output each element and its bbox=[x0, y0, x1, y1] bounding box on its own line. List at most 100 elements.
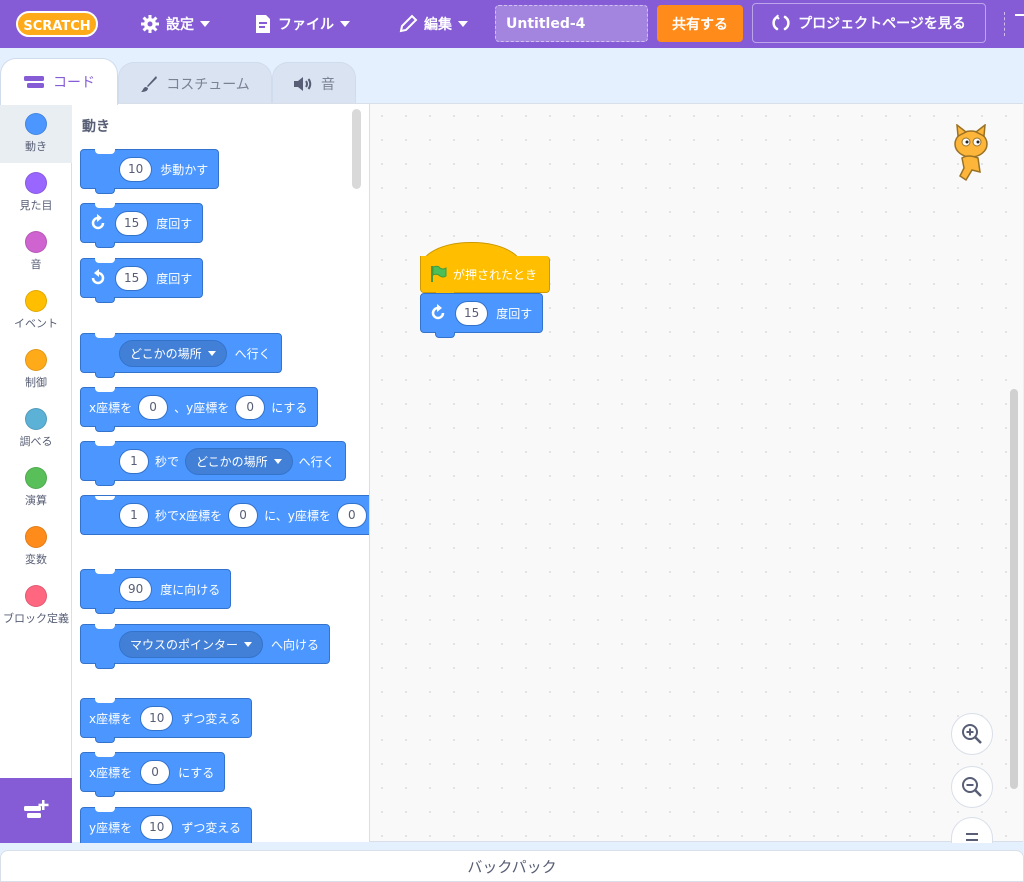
add-extension-icon bbox=[24, 799, 49, 818]
category-control[interactable]: 制御 bbox=[0, 340, 72, 399]
script-hat-when-flag-clicked[interactable]: が押されたとき bbox=[420, 242, 550, 298]
block-move-steps[interactable]: 10 歩動かす bbox=[80, 149, 220, 194]
category-variables[interactable]: 変数 bbox=[0, 517, 72, 576]
block-text: にする bbox=[271, 400, 308, 415]
block-notch bbox=[95, 258, 115, 263]
block-input-x[interactable]: 0 bbox=[140, 759, 171, 785]
block-input-dy[interactable]: 10 bbox=[140, 814, 174, 840]
palette-section-title: 動き bbox=[82, 119, 110, 135]
category-my-blocks[interactable]: ブロック定義 bbox=[0, 576, 72, 648]
category-events-dot bbox=[25, 290, 47, 312]
category-operators[interactable]: 演算 bbox=[0, 458, 72, 517]
block-dropdown-target[interactable]: どこかの場所 bbox=[119, 339, 227, 367]
block-input-steps[interactable]: 10 bbox=[119, 156, 153, 182]
block-input-y[interactable]: 0 bbox=[336, 502, 367, 528]
category-sound[interactable]: 音 bbox=[0, 222, 72, 281]
block-text: x座標を bbox=[89, 711, 133, 726]
block-change-y[interactable]: y座標を 10 ずつ変える bbox=[80, 807, 253, 843]
block-glide-to-xy[interactable]: 1 秒でx座標を 0 に、y座標を 0 bbox=[80, 495, 369, 535]
zoom-in-icon bbox=[962, 724, 982, 744]
backpack-header[interactable]: バックパック bbox=[0, 850, 1024, 882]
block-notch bbox=[95, 203, 115, 208]
category-looks-label: 見た目 bbox=[19, 199, 53, 212]
block-turn-right[interactable]: 15 度回す bbox=[80, 203, 204, 248]
category-looks[interactable]: 見た目 bbox=[0, 163, 72, 222]
script-block-turn-right[interactable]: 15 度回す bbox=[420, 293, 544, 338]
block-tab bbox=[95, 791, 115, 797]
caret-down-icon bbox=[340, 21, 350, 27]
menu-divider bbox=[1004, 12, 1005, 36]
file-menu[interactable]: ファイル bbox=[246, 0, 358, 48]
block-point-towards[interactable]: マウスのポインター へ向ける bbox=[80, 624, 331, 669]
zoom-reset-button[interactable] bbox=[951, 817, 993, 843]
block-input-y[interactable]: 0 bbox=[235, 394, 266, 420]
block-change-x[interactable]: x座標を 10 ずつ変える bbox=[80, 698, 253, 743]
block-text: へ行く bbox=[234, 346, 271, 361]
block-go-to[interactable]: どこかの場所 へ行く bbox=[80, 333, 282, 378]
block-input-degrees[interactable]: 15 bbox=[455, 300, 489, 326]
dropdown-value: どこかの場所 bbox=[130, 346, 202, 361]
settings-menu[interactable]: 設定 bbox=[132, 0, 218, 48]
block-text: 度に向ける bbox=[160, 582, 221, 597]
block-go-to-xy[interactable]: x座標を 0 、y座標を 0 にする bbox=[80, 387, 319, 432]
block-dropdown-target[interactable]: マウスのポインター bbox=[119, 630, 264, 658]
block-text: 秒でx座標を bbox=[155, 508, 223, 523]
share-button[interactable]: 共有する bbox=[657, 5, 743, 42]
block-input-direction[interactable]: 90 bbox=[119, 576, 153, 602]
block-dropdown-target[interactable]: どこかの場所 bbox=[185, 447, 293, 475]
rotate-right-icon bbox=[91, 214, 105, 230]
block-turn-left[interactable]: 15 度回す bbox=[80, 258, 204, 303]
script-workspace[interactable]: が押されたとき 15 度回す bbox=[369, 103, 1023, 843]
tab-sounds[interactable]: 音 bbox=[272, 62, 356, 104]
project-title-input[interactable]: Untitled-4 bbox=[495, 5, 648, 42]
tab-code-label: コード bbox=[53, 75, 95, 91]
svg-text:SCRATCH: SCRATCH bbox=[23, 19, 90, 34]
block-input-degrees[interactable]: 15 bbox=[115, 265, 149, 291]
block-text: 歩動かす bbox=[160, 162, 209, 177]
block-text: に、y座標を bbox=[264, 508, 331, 523]
project-page-button[interactable]: プロジェクトページを見る bbox=[752, 3, 986, 43]
scratch-logo[interactable]: SCRATCH bbox=[16, 9, 98, 39]
block-input-dx[interactable]: 10 bbox=[140, 705, 174, 731]
zoom-out-icon bbox=[962, 777, 982, 797]
block-input-seconds[interactable]: 1 bbox=[119, 448, 149, 474]
caret-down-icon bbox=[458, 21, 468, 27]
block-point-in-direction[interactable]: 90 度に向ける bbox=[80, 569, 232, 614]
menu-overflow-icon[interactable] bbox=[1015, 14, 1024, 16]
see-project-icon bbox=[772, 14, 790, 31]
category-events[interactable]: イベント bbox=[0, 281, 72, 340]
category-sensing[interactable]: 調べる bbox=[0, 399, 72, 458]
block-notch bbox=[95, 569, 115, 574]
category-control-dot bbox=[25, 349, 47, 371]
add-extension-button[interactable] bbox=[0, 778, 72, 843]
palette-scrollbar[interactable] bbox=[352, 109, 361, 189]
tab-costumes[interactable]: コスチューム bbox=[118, 62, 272, 104]
edit-menu[interactable]: 編集 bbox=[390, 0, 476, 48]
block-set-x[interactable]: x座標を 0 にする bbox=[80, 752, 226, 797]
caret-down-icon bbox=[207, 350, 216, 356]
block-tab bbox=[95, 372, 115, 378]
block-palette-pane: 動き 見た目 音 イベント 制御 調べる 演算 変数 ブロック定義 動き 10 … bbox=[0, 103, 369, 843]
tab-code[interactable]: コード bbox=[0, 58, 118, 105]
block-notch bbox=[95, 496, 115, 500]
block-text: x座標を bbox=[89, 765, 133, 780]
block-input-x[interactable]: 0 bbox=[228, 502, 259, 528]
workspace-scrollbar[interactable] bbox=[1010, 389, 1018, 789]
block-notch bbox=[95, 387, 115, 392]
block-text: y座標を bbox=[89, 820, 133, 835]
category-my-blocks-label: ブロック定義 bbox=[3, 612, 69, 625]
category-motion[interactable]: 動き bbox=[0, 104, 72, 163]
block-input-x[interactable]: 0 bbox=[138, 394, 169, 420]
category-sound-label: 音 bbox=[30, 258, 42, 271]
block-input-degrees[interactable]: 15 bbox=[115, 210, 149, 236]
block-glide-to[interactable]: 1 秒で どこかの場所 へ行く bbox=[80, 441, 346, 486]
block-tab bbox=[95, 188, 115, 194]
zoom-out-button[interactable] bbox=[951, 766, 993, 808]
category-sensing-label: 調べる bbox=[19, 435, 53, 448]
hat-body: が押されたとき bbox=[420, 256, 550, 298]
speaker-icon bbox=[294, 76, 312, 91]
block-text: 秒で bbox=[155, 454, 180, 469]
file-label: ファイル bbox=[278, 17, 334, 33]
zoom-in-button[interactable] bbox=[951, 713, 993, 755]
block-input-seconds[interactable]: 1 bbox=[119, 502, 149, 528]
